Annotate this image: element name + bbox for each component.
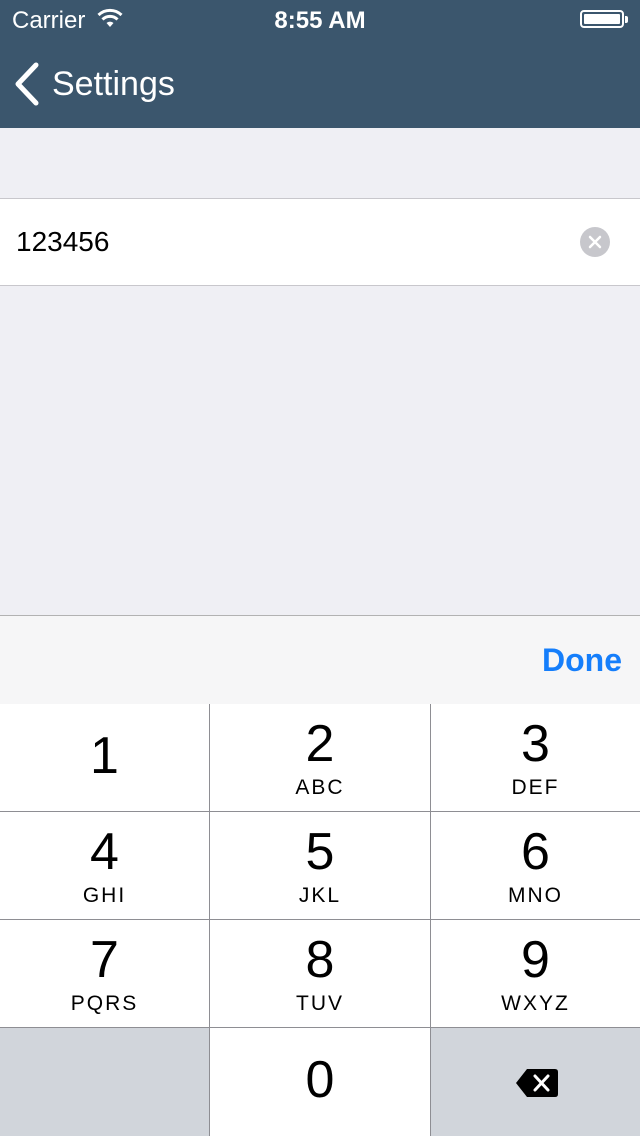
key-letters: ABC (295, 776, 345, 799)
key-letters: JKL (298, 884, 342, 907)
key-9[interactable]: 9 WXYZ (431, 920, 640, 1027)
key-2[interactable]: 2 ABC (210, 704, 430, 811)
key-digit: 9 (521, 931, 550, 989)
key-letters: DEF (511, 776, 560, 799)
key-digit: 2 (305, 715, 335, 773)
key-letters: WXYZ (501, 992, 570, 1015)
navigation-bar: Carrier 8:55 AM Settings (0, 0, 640, 128)
key-digit: 8 (305, 931, 335, 989)
key-blank (0, 1028, 209, 1136)
key-5[interactable]: 5 JKL (210, 812, 430, 919)
number-input[interactable] (16, 199, 556, 285)
number-field-row (0, 198, 640, 286)
delete-key[interactable] (431, 1028, 640, 1136)
back-button[interactable]: Settings (14, 60, 175, 108)
key-3[interactable]: 3 DEF (431, 704, 640, 811)
key-letters: GHI (82, 884, 127, 907)
key-digit: 3 (521, 715, 550, 773)
back-button-label: Settings (52, 64, 175, 103)
chevron-left-icon (14, 62, 40, 106)
keyboard-accessory-toolbar: Done (0, 615, 640, 704)
status-bar: Carrier 8:55 AM (0, 0, 640, 40)
key-4[interactable]: 4 GHI (0, 812, 209, 919)
status-time: 8:55 AM (274, 7, 366, 34)
key-letters: TUV (296, 992, 344, 1015)
key-digit: 1 (90, 727, 119, 785)
number-keypad: 1 2 ABC 3 DEF 4 GHI 5 JKL 6 MNO 7 PQRS 8… (0, 704, 640, 1136)
clear-circle-icon[interactable] (580, 227, 610, 257)
key-6[interactable]: 6 MNO (431, 812, 640, 919)
key-letters: PQRS (70, 992, 139, 1015)
battery-icon (580, 10, 628, 28)
done-button[interactable]: Done (542, 642, 622, 679)
key-1[interactable]: 1 (0, 704, 209, 811)
key-digit: 7 (90, 931, 119, 989)
key-letters: MNO (508, 884, 563, 907)
key-7[interactable]: 7 PQRS (0, 920, 209, 1027)
key-8[interactable]: 8 TUV (210, 920, 430, 1027)
key-digit: 0 (305, 1051, 335, 1109)
key-0[interactable]: 0 (210, 1028, 430, 1136)
key-digit: 4 (90, 823, 119, 881)
key-digit: 6 (521, 823, 550, 881)
key-digit: 5 (305, 823, 335, 881)
